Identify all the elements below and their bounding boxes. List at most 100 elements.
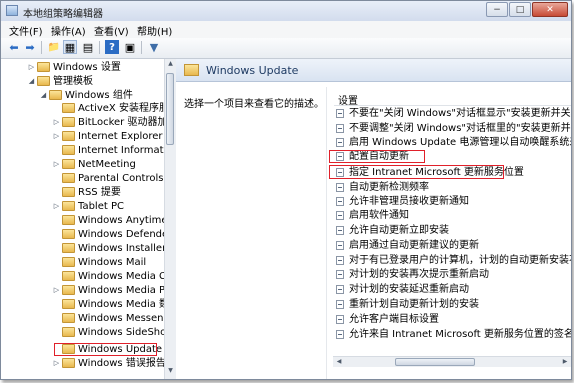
expand-arrow-icon[interactable]: ▷ bbox=[52, 158, 61, 171]
folder-icon bbox=[62, 131, 75, 141]
scroll-thumb[interactable] bbox=[166, 73, 174, 145]
policy-label: 允许来自 Intranet Microsoft 更新服务位置的签名更新 bbox=[349, 329, 571, 340]
folder-icon bbox=[62, 358, 75, 368]
folder-icon bbox=[62, 201, 75, 211]
help-icon[interactable]: ? bbox=[105, 40, 119, 54]
policy-row[interactable]: 允许客户端目标设置 bbox=[334, 313, 439, 326]
policy-icon bbox=[336, 300, 344, 309]
expand-arrow-icon[interactable]: ▷ bbox=[27, 61, 36, 74]
collapse-arrow-icon[interactable]: ◢ bbox=[39, 89, 48, 102]
tree-item[interactable]: Windows SideShow bbox=[52, 326, 174, 339]
policy-label: 允许自动更新立即安装 bbox=[349, 225, 449, 236]
scroll-thumb[interactable] bbox=[395, 358, 475, 366]
pane-divider bbox=[326, 87, 327, 379]
tree-item[interactable]: ◢ Windows 组件 bbox=[39, 89, 133, 102]
scroll-up-icon[interactable]: ▲ bbox=[166, 60, 175, 70]
policy-row[interactable]: 对于有已登录用户的计算机，计划的自动更新安装不执行重 bbox=[334, 254, 571, 267]
tree-item[interactable]: Windows Media Cen bbox=[52, 270, 175, 283]
tree-item-label: Windows Anytime Up bbox=[78, 215, 176, 226]
folder-icon bbox=[62, 299, 75, 309]
policy-row[interactable]: 重新计划自动更新计划的安装 bbox=[334, 298, 479, 311]
policy-icon bbox=[336, 270, 344, 279]
tree-item[interactable]: Windows Defender bbox=[52, 228, 172, 241]
policy-icon bbox=[336, 197, 344, 206]
tree-item[interactable]: Windows Mail bbox=[52, 256, 146, 269]
tree-item[interactable]: ▷ BitLocker 驱动器加密 bbox=[52, 116, 175, 129]
folder-icon bbox=[62, 145, 75, 155]
up-folder-icon[interactable]: 📁 bbox=[47, 40, 61, 54]
policy-row[interactable]: 允许自动更新立即安装 bbox=[334, 224, 449, 237]
window-title: 本地组策略编辑器 bbox=[23, 9, 103, 20]
policy-row[interactable]: 自动更新检测频率 bbox=[334, 181, 429, 194]
policy-label: 重新计划自动更新计划的安装 bbox=[349, 299, 479, 310]
list-horizontal-scrollbar[interactable]: ◀ ▶ bbox=[333, 356, 571, 367]
expand-arrow-icon[interactable]: ▷ bbox=[52, 116, 61, 129]
tree-item[interactable]: ▷ Tablet PC bbox=[52, 200, 124, 213]
policy-row[interactable]: 启用 Windows Update 电源管理以自动唤醒系统来安装计 bbox=[334, 136, 571, 149]
title-bar[interactable]: 本地组策略编辑器 − □ ✕ bbox=[1, 1, 571, 22]
tree-item[interactable]: ◢ 管理模板 bbox=[27, 75, 93, 88]
scroll-right-icon[interactable]: ▶ bbox=[560, 357, 570, 367]
tree-item[interactable]: ▷ NetMeeting bbox=[52, 158, 136, 171]
close-button[interactable]: ✕ bbox=[532, 2, 568, 17]
expand-arrow-icon[interactable]: ▷ bbox=[52, 284, 61, 297]
folder-icon bbox=[37, 62, 50, 72]
tree-item[interactable]: ▷ Windows Media Play bbox=[52, 284, 175, 297]
folder-icon bbox=[62, 271, 75, 281]
back-arrow-icon[interactable]: ⬅ bbox=[7, 40, 21, 54]
tree-item-label: Windows Defender bbox=[78, 229, 173, 240]
expand-arrow-icon[interactable]: ▷ bbox=[52, 130, 61, 143]
tree-item-label: Windows Media 数字 bbox=[78, 299, 176, 310]
maximize-button[interactable]: □ bbox=[509, 2, 531, 17]
filter-icon[interactable]: ▼ bbox=[147, 40, 161, 54]
folder-icon bbox=[62, 327, 75, 337]
tree-item[interactable]: Internet Information bbox=[52, 144, 175, 157]
forward-arrow-icon[interactable]: ➡ bbox=[23, 40, 37, 54]
policy-row[interactable]: 允许非管理员接收更新通知 bbox=[334, 195, 469, 208]
policy-row[interactable]: 不要调整"关闭 Windows"对话框里的"安装更新并关机" bbox=[334, 122, 571, 135]
menu-action[interactable]: 操作(A) bbox=[51, 23, 86, 38]
tree-item-label: Windows 错误报告 bbox=[78, 358, 166, 369]
scroll-left-icon[interactable]: ◀ bbox=[334, 357, 344, 367]
policy-row[interactable]: 不要在"关闭 Windows"对话框显示"安装更新并关机" bbox=[334, 107, 571, 120]
policy-row[interactable]: 启用通过自动更新建议的更新 bbox=[334, 239, 479, 252]
folder-icon bbox=[62, 187, 75, 197]
tree-item[interactable]: ▷ Windows 设置 bbox=[27, 61, 121, 74]
details-view-icon[interactable]: ▣ bbox=[123, 40, 137, 54]
tree-item[interactable]: Windows Anytime Up bbox=[52, 214, 176, 227]
tree-item-label: RSS 提要 bbox=[78, 187, 121, 198]
policy-icon bbox=[336, 226, 344, 235]
tree-item[interactable]: ▷ Windows 错误报告 bbox=[52, 357, 166, 370]
policy-row[interactable]: 对计划的安装延迟重新启动 bbox=[334, 283, 469, 296]
details-header: Windows Update bbox=[176, 59, 571, 82]
expand-arrow-icon[interactable]: ▷ bbox=[52, 200, 61, 213]
tree-item[interactable]: Windows Installer bbox=[52, 242, 166, 255]
menu-help[interactable]: 帮助(H) bbox=[137, 23, 172, 38]
policy-row[interactable]: 对计划的安装再次提示重新启动 bbox=[334, 268, 489, 281]
menu-file[interactable]: 文件(F) bbox=[9, 23, 43, 38]
policy-row[interactable]: 启用软件通知 bbox=[334, 209, 409, 222]
tree-item-label: Windows Installer bbox=[78, 243, 167, 254]
properties-icon[interactable]: ▤ bbox=[81, 40, 95, 54]
tree-item[interactable]: ActiveX 安装程序服务 bbox=[52, 102, 175, 115]
policy-icon bbox=[336, 124, 344, 133]
menu-view[interactable]: 查看(V) bbox=[94, 23, 129, 38]
show-tree-icon[interactable]: ▦ bbox=[63, 40, 77, 54]
expand-arrow-icon[interactable]: ▷ bbox=[52, 357, 61, 370]
column-header-settings[interactable]: 设置 bbox=[334, 90, 571, 107]
toolbar-separator bbox=[141, 41, 142, 54]
tree-item-label: Parental Controls bbox=[78, 173, 164, 184]
policy-icon bbox=[336, 241, 344, 250]
scroll-down-icon[interactable]: ▼ bbox=[166, 367, 175, 377]
policy-icon bbox=[336, 183, 344, 192]
tree-item[interactable]: RSS 提要 bbox=[52, 186, 121, 199]
tree-item[interactable]: Windows Media 数字 bbox=[52, 298, 176, 311]
tree-item[interactable]: Windows Messenger bbox=[52, 312, 175, 325]
tree-item[interactable]: Parental Controls bbox=[52, 172, 163, 185]
policy-row[interactable]: 允许来自 Intranet Microsoft 更新服务位置的签名更新 bbox=[334, 328, 571, 341]
policy-icon bbox=[336, 109, 344, 118]
minimize-button[interactable]: − bbox=[486, 2, 508, 17]
tree-item[interactable]: ▷ Internet Explorer bbox=[52, 130, 163, 143]
tree-scrollbar[interactable]: ▲ ▼ bbox=[164, 59, 176, 379]
collapse-arrow-icon[interactable]: ◢ bbox=[27, 75, 36, 88]
